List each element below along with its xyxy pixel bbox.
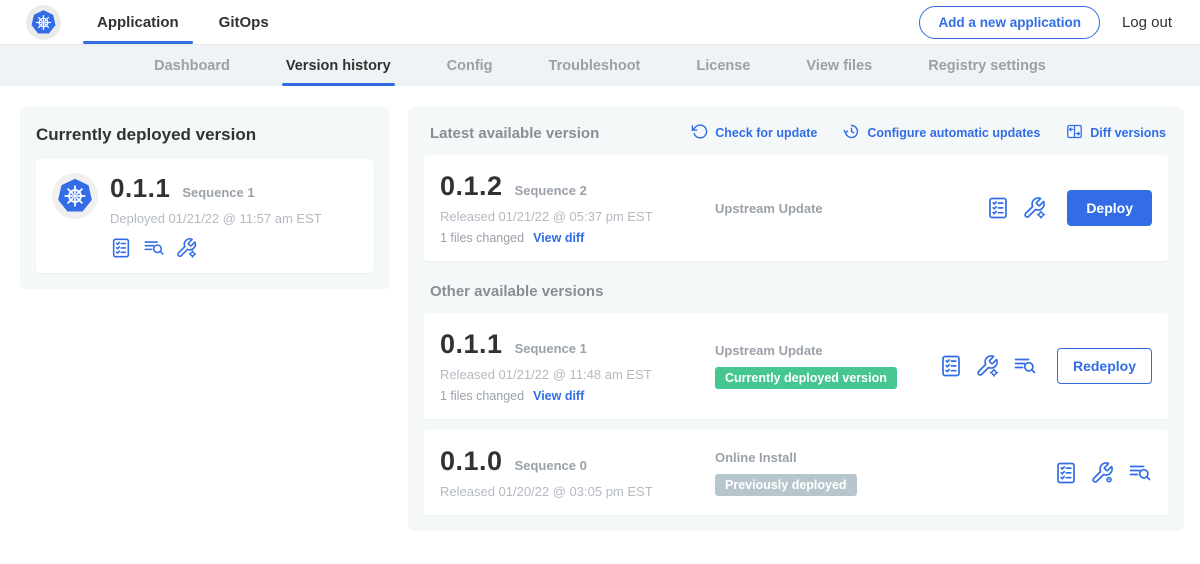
tab-gitops[interactable]: GitOps (199, 0, 289, 44)
app-subnav: Dashboard Version history Config Trouble… (0, 45, 1200, 86)
release-notes-icon[interactable] (1128, 461, 1152, 485)
edit-config-icon[interactable] (176, 237, 198, 259)
diff-versions-button[interactable]: Diff versions (1066, 123, 1166, 143)
sequence-label: Sequence 2 (515, 183, 587, 198)
released-timestamp: Released 01/21/22 @ 05:37 pm EST (440, 209, 715, 224)
subnav-license[interactable]: License (668, 45, 778, 86)
other-versions-title: Other available versions (430, 283, 1168, 300)
refresh-icon (691, 123, 708, 143)
sequence-label: Sequence 0 (515, 458, 587, 473)
logout-link[interactable]: Log out (1122, 14, 1172, 31)
subnav-troubleshoot[interactable]: Troubleshoot (521, 45, 669, 86)
diff-columns-icon (1066, 123, 1083, 143)
view-diff-link[interactable]: View diff (533, 389, 584, 403)
app-tabs: Application GitOps (77, 0, 289, 44)
version-number: 0.1.1 (440, 329, 503, 360)
deployed-version-card: 0.1.1 Sequence 1 Deployed 01/21/22 @ 11:… (36, 159, 374, 273)
version-number: 0.1.0 (440, 446, 503, 477)
latest-available-title: Latest available version (430, 125, 599, 142)
view-config-icon[interactable] (1091, 461, 1115, 485)
released-timestamp: Released 01/20/22 @ 03:05 pm EST (440, 484, 715, 499)
version-source-label: Upstream Update (715, 201, 986, 216)
release-notes-icon[interactable] (1013, 354, 1037, 378)
previously-deployed-badge: Previously deployed (715, 474, 857, 496)
deployed-timestamp: Deployed 01/21/22 @ 11:57 am EST (110, 211, 322, 226)
subnav-config[interactable]: Config (419, 45, 521, 86)
sequence-label: Sequence 1 (515, 341, 587, 356)
currently-deployed-badge: Currently deployed version (715, 367, 897, 389)
version-history-panel: Latest available version Check for updat… (408, 107, 1184, 531)
preflight-checks-icon[interactable] (1054, 461, 1078, 485)
version-source-label: Online Install (715, 450, 1054, 465)
app-logo-icon (52, 173, 98, 219)
release-notes-icon[interactable] (143, 237, 165, 259)
currently-deployed-panel: Currently deployed version 0.1.1 Sequenc… (20, 107, 390, 289)
version-card-deployed: 0.1.1 Sequence 1 Released 01/21/22 @ 11:… (424, 313, 1168, 419)
redeploy-button[interactable]: Redeploy (1057, 348, 1152, 384)
currently-deployed-title: Currently deployed version (36, 125, 374, 145)
edit-config-icon[interactable] (1023, 196, 1047, 220)
version-card-previous: 0.1.0 Sequence 0 Released 01/20/22 @ 03:… (424, 430, 1168, 515)
add-application-button[interactable]: Add a new application (919, 6, 1100, 39)
deployed-sequence-label: Sequence 1 (182, 185, 254, 200)
kubernetes-logo (26, 5, 61, 40)
scheduled-update-icon (843, 123, 860, 143)
subnav-dashboard[interactable]: Dashboard (126, 45, 258, 86)
preflight-checks-icon[interactable] (986, 196, 1010, 220)
tab-gitops-label: GitOps (219, 14, 269, 31)
edit-config-icon[interactable] (976, 354, 1000, 378)
configure-automatic-updates-button[interactable]: Configure automatic updates (843, 123, 1040, 143)
view-diff-link[interactable]: View diff (533, 231, 584, 245)
version-source-label: Upstream Update (715, 343, 939, 358)
preflight-checks-icon[interactable] (939, 354, 963, 378)
subnav-version-history[interactable]: Version history (258, 45, 419, 86)
deploy-button[interactable]: Deploy (1067, 190, 1152, 226)
files-changed-label: 1 files changed (440, 389, 524, 403)
files-changed-label: 1 files changed (440, 231, 524, 245)
released-timestamp: Released 01/21/22 @ 11:48 am EST (440, 367, 715, 382)
preflight-checks-icon[interactable] (110, 237, 132, 259)
version-number: 0.1.2 (440, 171, 503, 202)
version-card-latest: 0.1.2 Sequence 2 Released 01/21/22 @ 05:… (424, 155, 1168, 261)
subnav-view-files[interactable]: View files (778, 45, 900, 86)
subnav-registry-settings[interactable]: Registry settings (900, 45, 1074, 86)
deployed-version-number: 0.1.1 (110, 173, 170, 204)
tab-application-label: Application (97, 14, 179, 31)
top-nav: Application GitOps Add a new application… (0, 0, 1200, 45)
check-for-update-button[interactable]: Check for update (691, 123, 817, 143)
tab-application[interactable]: Application (77, 0, 199, 44)
